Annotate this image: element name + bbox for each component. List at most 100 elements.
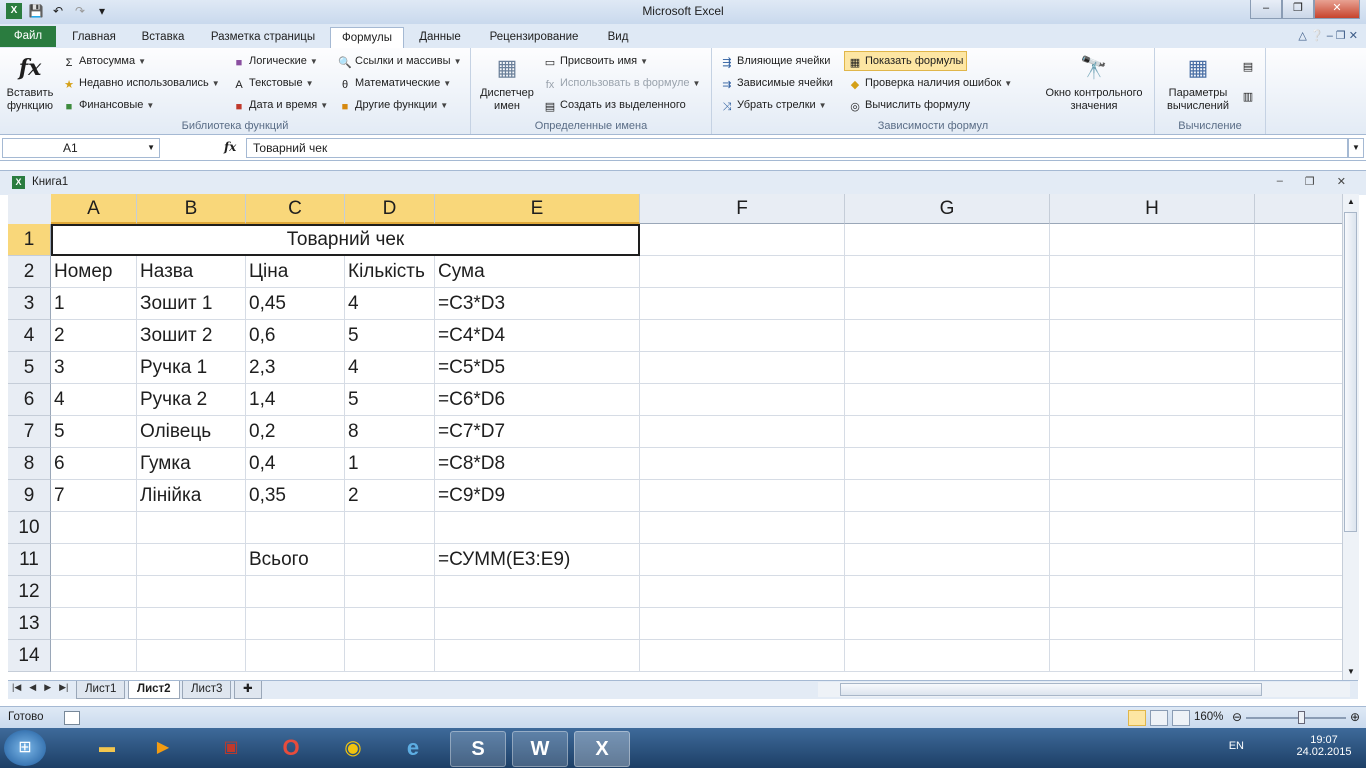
row-header[interactable]: 11 [8, 544, 51, 576]
chrome-icon[interactable]: ◉ [326, 731, 380, 765]
tab-file[interactable]: Файл [0, 26, 56, 47]
column-header[interactable]: H [1050, 194, 1255, 224]
cell[interactable]: 0,4 [246, 448, 345, 480]
cell[interactable] [1050, 544, 1255, 576]
cell[interactable]: Гумка [137, 448, 246, 480]
cell[interactable] [1255, 224, 1342, 256]
cell[interactable]: Зошит 2 [137, 320, 246, 352]
cell[interactable]: 5 [345, 384, 435, 416]
row-header[interactable]: 7 [8, 416, 51, 448]
cell[interactable]: 0,2 [246, 416, 345, 448]
cell[interactable] [137, 544, 246, 576]
cell[interactable] [1255, 512, 1342, 544]
tab-review[interactable]: Рецензирование [478, 27, 590, 47]
zoom-in-icon[interactable]: ⊕ [1350, 710, 1360, 724]
cell[interactable] [246, 576, 345, 608]
cell[interactable] [137, 576, 246, 608]
cell[interactable] [137, 640, 246, 672]
normal-view-button[interactable] [1128, 710, 1146, 726]
cell[interactable]: Олівець [137, 416, 246, 448]
cell[interactable] [1255, 416, 1342, 448]
datetime-button[interactable]: ■ Дата и время ▼ [232, 96, 328, 114]
row-header[interactable]: 12 [8, 576, 51, 608]
help-icon[interactable]: △ ❔ – ❐ ✕ [1298, 29, 1358, 42]
cell[interactable] [1255, 288, 1342, 320]
close-button[interactable]: ✕ [1314, 0, 1360, 19]
zoom-level[interactable]: 160% [1194, 711, 1223, 723]
cell[interactable]: 4 [345, 288, 435, 320]
cell[interactable]: Ручка 2 [137, 384, 246, 416]
recent-button[interactable]: ★ Недавно использовались ▼ [62, 74, 220, 92]
row-header[interactable]: 2 [8, 256, 51, 288]
language-indicator[interactable]: EN [1229, 740, 1244, 752]
cell[interactable]: 2 [51, 320, 137, 352]
sheet-tab[interactable]: Лист1 [76, 681, 126, 699]
create-from-selection-button[interactable]: ▤ Создать из выделенного [543, 96, 686, 114]
remove-arrows-button[interactable]: ⤨ Убрать стрелки ▼ [720, 96, 827, 114]
formula-input[interactable]: Товарний чек [246, 138, 1348, 158]
cell[interactable] [845, 608, 1050, 640]
cell[interactable]: Ручка 1 [137, 352, 246, 384]
cell[interactable] [640, 512, 845, 544]
evaluate-formula-button[interactable]: ◎ Вычислить формулу [848, 96, 970, 114]
row-header[interactable]: 3 [8, 288, 51, 320]
horizontal-scrollbar[interactable] [818, 682, 1350, 697]
start-button[interactable]: ⊞ [4, 730, 46, 766]
cell[interactable] [845, 576, 1050, 608]
prev-sheet-icon[interactable]: ◀ [29, 682, 36, 693]
cell[interactable] [845, 544, 1050, 576]
cell[interactable] [1050, 256, 1255, 288]
cell[interactable] [640, 256, 845, 288]
cell[interactable] [1050, 224, 1255, 256]
cell[interactable]: =СУММ(E3:E9) [435, 544, 640, 576]
cell[interactable] [1255, 256, 1342, 288]
cell[interactable] [640, 608, 845, 640]
cell[interactable] [845, 288, 1050, 320]
cell[interactable] [640, 352, 845, 384]
cell[interactable] [1255, 608, 1342, 640]
zoom-slider[interactable]: ⊖ ⊕ [1232, 710, 1360, 725]
cell[interactable] [845, 512, 1050, 544]
page-break-view-button[interactable] [1172, 710, 1190, 726]
calculate-sheet-icon[interactable]: ▥ [1241, 86, 1258, 104]
cell[interactable] [435, 640, 640, 672]
cell[interactable]: 7 [51, 480, 137, 512]
cell[interactable] [137, 512, 246, 544]
macro-record-icon[interactable] [64, 711, 80, 725]
cell[interactable] [640, 288, 845, 320]
merged-title-cell[interactable]: Товарний чек [51, 224, 640, 256]
math-button[interactable]: θ Математические ▼ [338, 74, 451, 92]
column-header[interactable] [1255, 194, 1342, 224]
cell[interactable] [246, 512, 345, 544]
cell[interactable] [640, 448, 845, 480]
cell[interactable] [345, 576, 435, 608]
cell[interactable]: 2 [345, 480, 435, 512]
opera-icon[interactable]: O [264, 731, 318, 765]
column-header[interactable]: B [137, 194, 246, 224]
cell[interactable]: =C4*D4 [435, 320, 640, 352]
skype-icon[interactable]: S [450, 731, 506, 767]
workbook-restore-button[interactable]: ❐ [1305, 175, 1315, 188]
cell[interactable]: 2,3 [246, 352, 345, 384]
media-player-icon[interactable]: ▶ [136, 731, 190, 765]
cell[interactable] [1050, 480, 1255, 512]
column-header[interactable]: E [435, 194, 640, 224]
cell[interactable]: Всього [246, 544, 345, 576]
calculation-options-button[interactable]: ▦ Параметры вычислений [1159, 52, 1237, 113]
cell[interactable]: 5 [51, 416, 137, 448]
cell[interactable]: Ціна [246, 256, 345, 288]
show-formulas-button[interactable]: ▦ Показать формулы [844, 51, 968, 71]
sheet-tab-active[interactable]: Лист2 [128, 681, 180, 699]
cell[interactable] [435, 576, 640, 608]
cell[interactable] [51, 544, 137, 576]
expand-formula-bar-button[interactable]: ▼ [1348, 138, 1364, 158]
trace-dependents-button[interactable]: ⇉ Зависимые ячейки [720, 74, 833, 92]
name-manager-button[interactable]: ▦ Диспетчер имен [475, 52, 539, 113]
scroll-thumb[interactable] [1344, 212, 1357, 532]
row-header[interactable]: 10 [8, 512, 51, 544]
cell[interactable] [1050, 608, 1255, 640]
define-name-button[interactable]: ▭ Присвоить имя ▼ [543, 52, 648, 70]
cell[interactable]: 4 [51, 384, 137, 416]
zoom-out-icon[interactable]: ⊖ [1232, 710, 1242, 724]
trace-precedents-button[interactable]: ⇶ Влияющие ячейки [720, 52, 830, 70]
